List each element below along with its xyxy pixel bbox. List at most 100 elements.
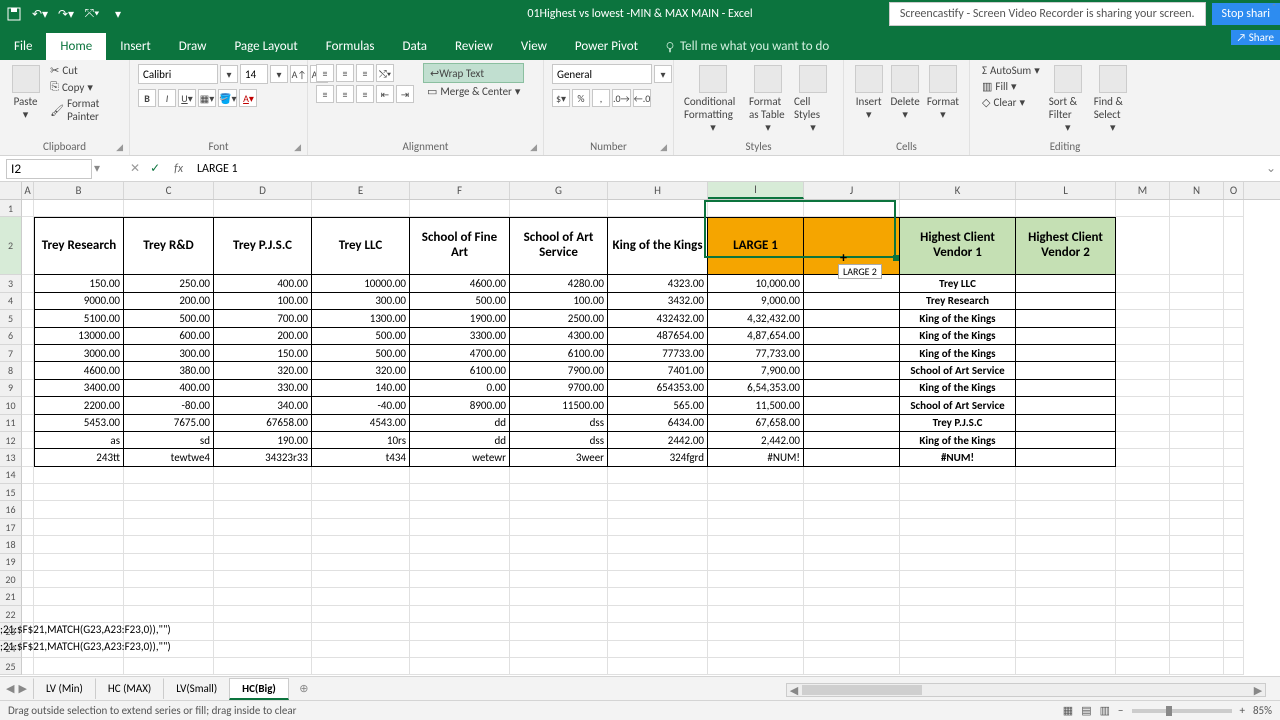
row-header[interactable]: 10 bbox=[0, 397, 22, 414]
cell[interactable] bbox=[312, 519, 410, 536]
cell[interactable] bbox=[804, 328, 900, 345]
cell[interactable] bbox=[1224, 449, 1244, 466]
row-header[interactable]: 7 bbox=[0, 345, 22, 362]
cell[interactable]: 9000.00 bbox=[34, 293, 124, 310]
cell[interactable]: 11,500.00 bbox=[708, 397, 804, 414]
cell[interactable]: 10,000.00 bbox=[708, 275, 804, 292]
cell[interactable] bbox=[1224, 571, 1244, 588]
cell[interactable]: King of the Kings bbox=[900, 432, 1016, 449]
cell[interactable]: 7900.00 bbox=[510, 362, 608, 379]
row-header[interactable]: 1 bbox=[0, 200, 22, 217]
cell[interactable] bbox=[1224, 519, 1244, 536]
cell[interactable]: 6100.00 bbox=[410, 362, 510, 379]
cell[interactable]: 7,900.00 bbox=[708, 362, 804, 379]
cell[interactable] bbox=[1170, 484, 1224, 501]
cell[interactable] bbox=[510, 467, 608, 484]
cell[interactable]: Trey P.J.S.C bbox=[900, 415, 1016, 432]
cell[interactable]: King of the Kings bbox=[900, 345, 1016, 362]
cell[interactable] bbox=[708, 641, 804, 658]
sheet-nav-next-icon[interactable]: ▶ bbox=[18, 682, 26, 695]
cell[interactable]: 100.00 bbox=[510, 293, 608, 310]
format-as-table-button[interactable]: Format as Table ▾ bbox=[747, 63, 789, 136]
cell[interactable] bbox=[804, 217, 900, 275]
save-icon[interactable] bbox=[6, 6, 22, 22]
align-center-icon[interactable]: ≡ bbox=[336, 85, 354, 103]
cell[interactable] bbox=[124, 658, 214, 675]
cell[interactable] bbox=[312, 641, 410, 658]
cell[interactable] bbox=[900, 623, 1016, 640]
horizontal-scrollbar[interactable]: ◀ ▶ bbox=[786, 683, 1266, 697]
cell[interactable] bbox=[1224, 415, 1244, 432]
cell[interactable] bbox=[608, 519, 708, 536]
row-header[interactable]: 11 bbox=[0, 415, 22, 432]
col-header[interactable]: I bbox=[708, 182, 804, 199]
cell[interactable]: 243tt bbox=[34, 449, 124, 466]
cell[interactable]: 3400.00 bbox=[34, 380, 124, 397]
cell[interactable] bbox=[410, 467, 510, 484]
cell[interactable] bbox=[1016, 658, 1116, 675]
cell[interactable] bbox=[1016, 200, 1116, 217]
cell[interactable]: 67658.00 bbox=[214, 415, 312, 432]
cell[interactable]: tewtwe4 bbox=[124, 449, 214, 466]
cell[interactable] bbox=[1170, 536, 1224, 553]
collapse-ribbon-icon[interactable]: ˆ bbox=[1272, 1, 1276, 14]
cell[interactable] bbox=[1116, 449, 1170, 466]
row-header[interactable]: 22 bbox=[0, 606, 22, 623]
cell[interactable] bbox=[900, 554, 1016, 571]
cell[interactable]: 5453.00 bbox=[34, 415, 124, 432]
cell[interactable] bbox=[34, 519, 124, 536]
delete-cells-button[interactable]: Delete▾ bbox=[888, 63, 921, 123]
formula-input[interactable] bbox=[191, 162, 1262, 176]
cell[interactable] bbox=[1170, 380, 1224, 397]
col-header[interactable]: D bbox=[214, 182, 312, 199]
cell[interactable] bbox=[900, 571, 1016, 588]
autosum-button[interactable]: Σ AutoSum ▾ bbox=[978, 63, 1044, 78]
font-color-button[interactable]: A▾ bbox=[239, 89, 257, 107]
cell[interactable]: 6100.00 bbox=[510, 345, 608, 362]
number-format-dropdown-icon[interactable]: ▾ bbox=[654, 65, 672, 83]
cell[interactable] bbox=[1116, 467, 1170, 484]
scroll-left-icon[interactable]: ◀ bbox=[787, 684, 801, 697]
increase-font-icon[interactable]: A↑ bbox=[290, 65, 308, 83]
cell[interactable] bbox=[900, 200, 1016, 217]
cell[interactable] bbox=[510, 501, 608, 518]
cell[interactable] bbox=[708, 501, 804, 518]
cell[interactable] bbox=[804, 519, 900, 536]
new-sheet-button[interactable]: ⊕ bbox=[294, 682, 314, 695]
cell[interactable] bbox=[1016, 641, 1116, 658]
zoom-in-icon[interactable]: + bbox=[1240, 704, 1245, 717]
cell[interactable] bbox=[1016, 328, 1116, 345]
cell[interactable] bbox=[312, 200, 410, 217]
cell[interactable] bbox=[1116, 536, 1170, 553]
cell[interactable] bbox=[1224, 362, 1244, 379]
cell[interactable] bbox=[1224, 484, 1244, 501]
cell[interactable] bbox=[1116, 200, 1170, 217]
cell[interactable]: 190.00 bbox=[214, 432, 312, 449]
col-header[interactable]: N bbox=[1170, 182, 1224, 199]
cell[interactable]: 600.00 bbox=[124, 328, 214, 345]
cell[interactable] bbox=[410, 554, 510, 571]
cell[interactable] bbox=[22, 606, 34, 623]
cell[interactable]: 4323.00 bbox=[608, 275, 708, 292]
cell[interactable] bbox=[214, 501, 312, 518]
cell[interactable]: Trey Research bbox=[34, 217, 124, 275]
cell[interactable]: 330.00 bbox=[214, 380, 312, 397]
zoom-out-icon[interactable]: − bbox=[1118, 704, 1123, 717]
number-dialog-icon[interactable]: ◢ bbox=[660, 142, 667, 153]
cell[interactable]: 8900.00 bbox=[410, 397, 510, 414]
cell[interactable] bbox=[1016, 345, 1116, 362]
view-normal-icon[interactable]: ▦ bbox=[1063, 704, 1073, 717]
cell[interactable]: 4300.00 bbox=[510, 328, 608, 345]
cell[interactable] bbox=[1170, 588, 1224, 605]
cell[interactable]: dd bbox=[410, 415, 510, 432]
cell[interactable] bbox=[1170, 449, 1224, 466]
name-box[interactable] bbox=[6, 159, 92, 179]
align-top-icon[interactable]: ≡ bbox=[316, 64, 334, 82]
cell[interactable] bbox=[900, 467, 1016, 484]
cell[interactable] bbox=[22, 658, 34, 675]
borders-button[interactable]: ▦▾ bbox=[198, 89, 216, 107]
cell[interactable]: 11500.00 bbox=[510, 397, 608, 414]
cell[interactable]: 3432.00 bbox=[608, 293, 708, 310]
cell[interactable] bbox=[22, 217, 34, 275]
cell[interactable]: 400.00 bbox=[124, 380, 214, 397]
